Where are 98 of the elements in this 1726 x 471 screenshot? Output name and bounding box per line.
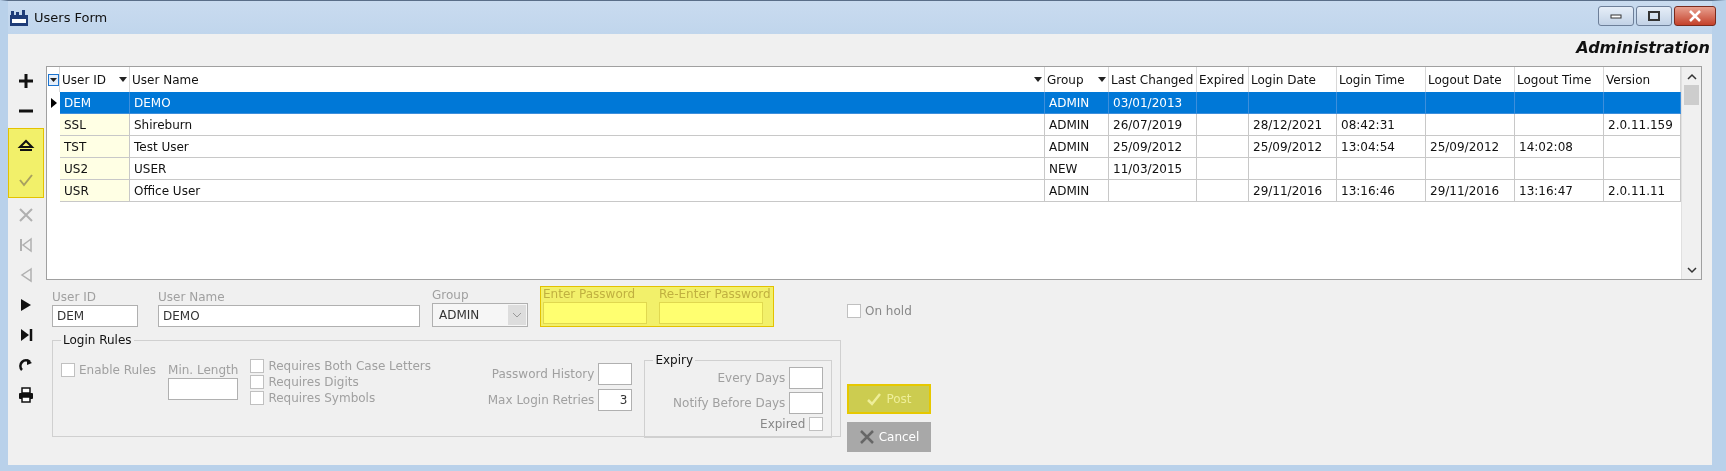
table-cell	[1197, 92, 1249, 114]
field-label: Max Login Retries	[487, 393, 595, 407]
table-cell: 13:16:46	[1337, 180, 1426, 202]
caret-icon[interactable]	[1034, 77, 1042, 82]
table-cell: DEMO	[130, 92, 1045, 114]
password-field[interactable]	[543, 302, 647, 324]
column-header[interactable]: Logout Date	[1428, 72, 1512, 87]
input-field[interactable]: DEM	[52, 305, 138, 327]
field-label: Re-Enter Password	[659, 287, 771, 301]
check-icon	[866, 391, 883, 407]
section-title: Administration	[1576, 37, 1710, 57]
checkbox-label: Enable Rules	[79, 363, 157, 377]
table-cell: 29/11/2016	[1249, 180, 1337, 202]
table-cell: NEW	[1045, 158, 1109, 180]
column-header[interactable]: Version	[1606, 72, 1678, 87]
table-cell: 26/07/2019	[1109, 114, 1197, 136]
column-header[interactable]: Login Time	[1339, 72, 1423, 87]
table-cell: 29/11/2016	[1426, 180, 1515, 202]
checkbox[interactable]	[809, 417, 824, 431]
caret-icon[interactable]	[1098, 77, 1106, 82]
column-header[interactable]: User Name	[132, 72, 1032, 87]
table-cell: USER	[130, 158, 1045, 180]
table-cell: USR	[60, 180, 130, 202]
column-chooser-icon[interactable]	[47, 73, 59, 86]
checkbox-label: On hold	[865, 304, 912, 318]
table-cell: SSL	[60, 114, 130, 136]
checkbox[interactable]	[250, 375, 265, 389]
field-label: Enter Password	[543, 287, 637, 301]
table-cell: Shireburn	[130, 114, 1045, 136]
checkbox[interactable]	[61, 363, 75, 377]
table-cell: ADMIN	[1045, 180, 1109, 202]
table-cell: Test User	[130, 136, 1045, 158]
checkbox-label: Requires Symbols	[268, 391, 376, 405]
maximize-button[interactable]	[1636, 5, 1672, 26]
table-cell: Office User	[130, 180, 1045, 202]
table-cell: US2	[60, 158, 130, 180]
table-cell	[1197, 114, 1249, 136]
minimize-icon	[1610, 12, 1622, 19]
checkbox[interactable]	[250, 359, 265, 373]
field-label: Group	[432, 288, 470, 302]
input-field[interactable]	[598, 363, 633, 385]
table-cell: ADMIN	[1045, 92, 1109, 114]
column-header[interactable]: Login Date	[1251, 72, 1334, 87]
input-field[interactable]	[168, 378, 239, 400]
group-title: Expiry	[654, 353, 695, 367]
group-dropdown[interactable]: ADMIN	[432, 303, 528, 327]
table-cell: ADMIN	[1045, 136, 1109, 158]
table-cell: 25/09/2012	[1249, 136, 1337, 158]
window-title: Users Form	[34, 10, 108, 25]
column-header[interactable]: Group	[1047, 72, 1096, 87]
close-button[interactable]	[1674, 5, 1716, 26]
input-field[interactable]	[789, 392, 824, 414]
checkbox-label: Requires Digits	[268, 375, 359, 389]
password-field[interactable]	[659, 302, 763, 324]
table-cell: 25/09/2012	[1426, 136, 1515, 158]
field-label: User ID	[52, 290, 97, 304]
checkbox[interactable]	[847, 304, 861, 318]
checkbox-label: Requires Both Case Letters	[268, 359, 431, 373]
column-header[interactable]: Logout Time	[1517, 72, 1601, 87]
table-cell: 13:16:47	[1515, 180, 1604, 202]
table-cell: ADMIN	[1045, 114, 1109, 136]
table-cell: DEM	[60, 92, 130, 114]
table-cell	[1197, 180, 1249, 202]
chevron-down-icon	[512, 312, 522, 318]
table-cell: 08:42:31	[1337, 114, 1426, 136]
table-cell: TST	[60, 136, 130, 158]
scroll-thumb[interactable]	[1684, 85, 1699, 105]
field-label: Min. Length	[168, 363, 239, 377]
column-header[interactable]: Expired	[1199, 72, 1246, 87]
maximize-icon	[1648, 10, 1660, 21]
table-cell: 13:04:54	[1337, 136, 1426, 158]
input-field[interactable]	[789, 367, 824, 389]
checkbox-label: Expired	[760, 417, 806, 431]
column-header[interactable]: User ID	[62, 72, 117, 87]
scrollbar[interactable]	[1681, 67, 1701, 279]
caret-icon[interactable]	[119, 77, 127, 82]
field-label: Every Days	[717, 371, 786, 385]
table-cell: 14:02:08	[1515, 136, 1604, 158]
close-icon	[1688, 9, 1702, 22]
app-icon	[10, 9, 28, 26]
field-label: Notify Before Days	[673, 396, 786, 410]
checkbox[interactable]	[250, 391, 265, 405]
scroll-up-icon[interactable]	[1686, 72, 1697, 80]
column-header[interactable]: Last Changed	[1111, 72, 1194, 87]
input-field[interactable]: DEMO	[158, 305, 420, 327]
field-label: Password History	[491, 367, 595, 381]
table-cell: 25/09/2012	[1109, 136, 1197, 158]
table-cell: 11/03/2015	[1109, 158, 1197, 180]
table-cell: 28/12/2021	[1249, 114, 1337, 136]
table-cell: 03/01/2013	[1109, 92, 1197, 114]
input-field[interactable]: 3	[598, 389, 633, 411]
group-title: Login Rules	[62, 333, 133, 347]
field-label: User Name	[158, 290, 226, 304]
row-pointer-icon	[50, 98, 57, 108]
scroll-down-icon[interactable]	[1686, 266, 1697, 274]
close-icon	[858, 429, 875, 445]
table-cell	[1197, 136, 1249, 158]
table-cell	[1197, 158, 1249, 180]
